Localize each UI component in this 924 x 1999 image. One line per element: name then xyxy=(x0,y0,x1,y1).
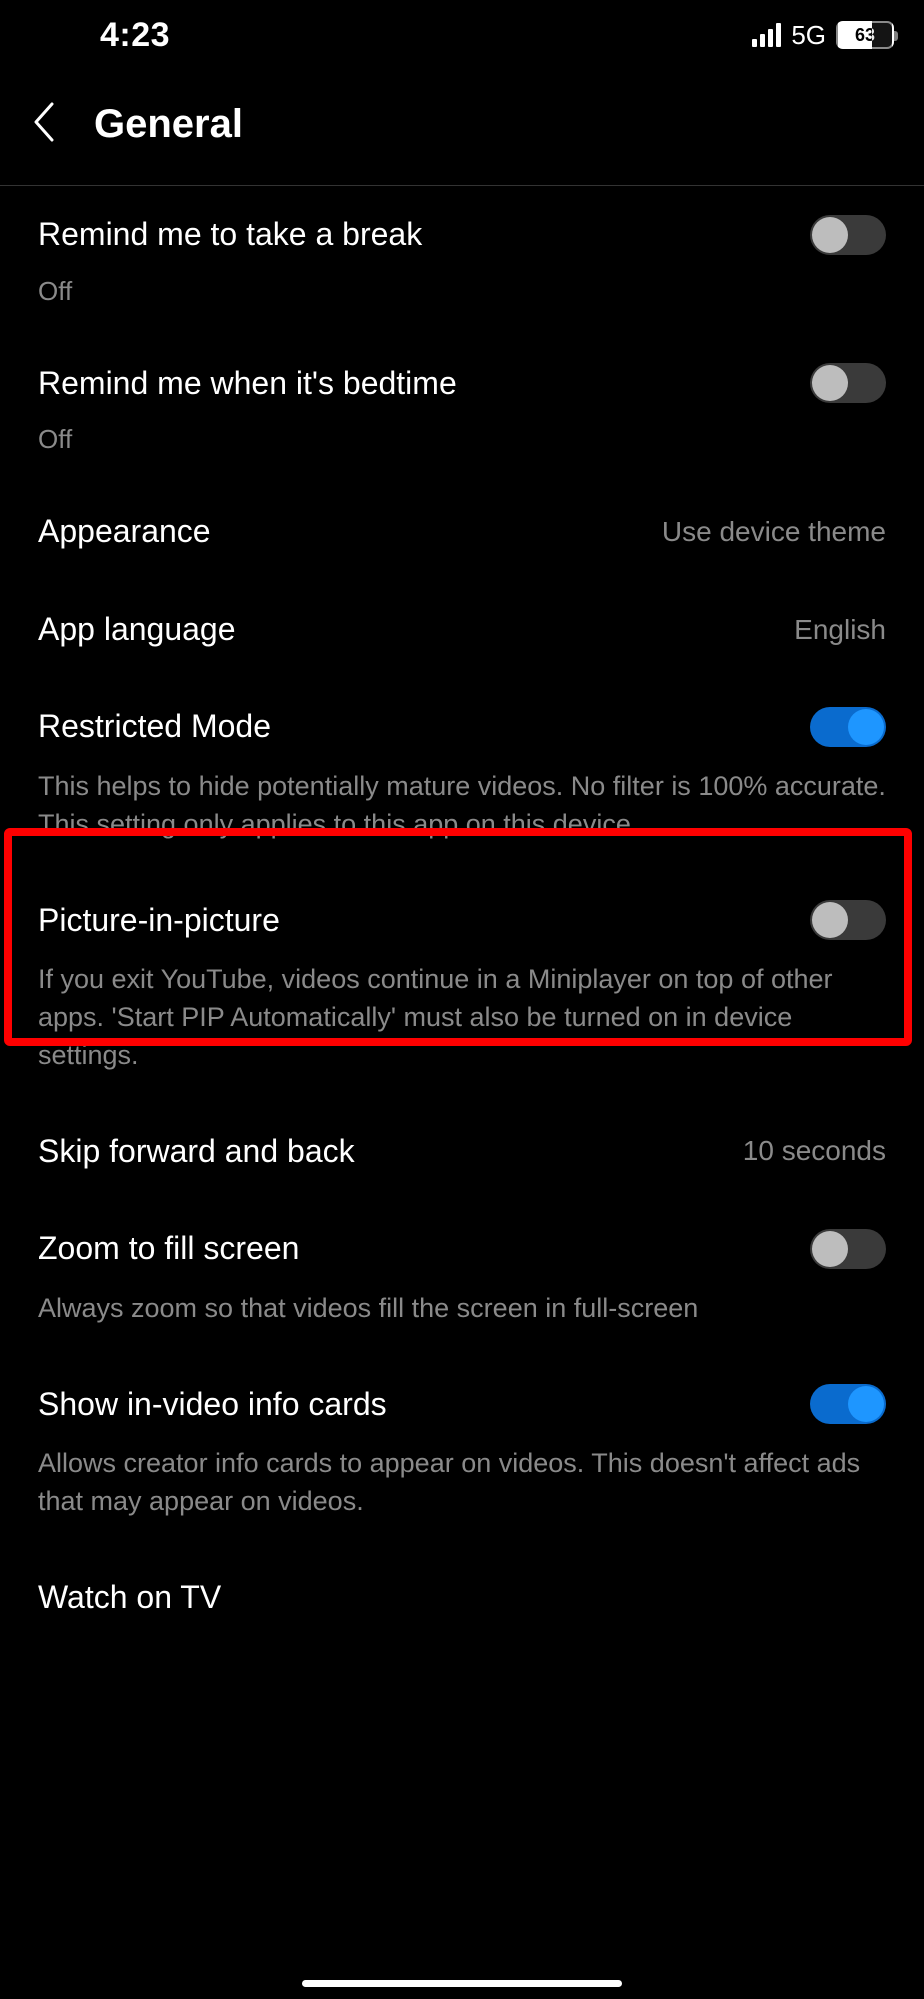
setting-picture-in-picture[interactable]: Picture-in-picture If you exit YouTube, … xyxy=(30,872,894,1103)
setting-app-language[interactable]: App language English xyxy=(30,581,894,679)
network-type: 5G xyxy=(791,20,826,51)
setting-label: Restricted Mode xyxy=(38,706,271,748)
status-time: 4:23 xyxy=(100,16,170,55)
setting-label: Skip forward and back xyxy=(38,1131,355,1173)
setting-label: Zoom to fill screen xyxy=(38,1228,299,1270)
setting-status: Off xyxy=(38,424,886,455)
status-bar: 4:23 5G 63 xyxy=(0,0,924,70)
setting-value: 10 seconds xyxy=(743,1135,886,1167)
status-right: 5G 63 xyxy=(752,20,894,51)
setting-appearance[interactable]: Appearance Use device theme xyxy=(30,483,894,581)
settings-list: Remind me to take a break Off Remind me … xyxy=(0,186,924,1646)
setting-label: Remind me when it's bedtime xyxy=(38,363,457,405)
setting-label: Watch on TV xyxy=(38,1577,221,1619)
battery-icon: 63 xyxy=(836,21,894,49)
home-indicator[interactable] xyxy=(302,1980,622,1987)
toggle-zoom-fill[interactable] xyxy=(810,1229,886,1269)
setting-label: App language xyxy=(38,609,236,651)
toggle-info-cards[interactable] xyxy=(810,1384,886,1424)
header: General xyxy=(0,70,924,186)
battery-level: 63 xyxy=(855,25,875,46)
cellular-signal-icon xyxy=(752,23,781,47)
setting-remind-bedtime[interactable]: Remind me when it's bedtime Off xyxy=(30,335,894,484)
setting-value: English xyxy=(794,614,886,646)
setting-zoom-fill[interactable]: Zoom to fill screen Always zoom so that … xyxy=(30,1200,894,1355)
setting-label: Remind me to take a break xyxy=(38,214,422,256)
toggle-remind-break[interactable] xyxy=(810,215,886,255)
toggle-restricted-mode[interactable] xyxy=(810,707,886,747)
setting-skip-forward-back[interactable]: Skip forward and back 10 seconds xyxy=(30,1103,894,1201)
toggle-remind-bedtime[interactable] xyxy=(810,363,886,403)
setting-status: Off xyxy=(38,276,886,307)
setting-label: Show in-video info cards xyxy=(38,1384,387,1426)
setting-watch-on-tv[interactable]: Watch on TV xyxy=(30,1549,894,1647)
back-icon[interactable] xyxy=(30,100,58,149)
page-title: General xyxy=(94,102,243,147)
setting-description: Always zoom so that videos fill the scre… xyxy=(38,1290,886,1328)
setting-description: Allows creator info cards to appear on v… xyxy=(38,1445,886,1521)
setting-description: This helps to hide potentially mature vi… xyxy=(38,768,886,844)
setting-info-cards[interactable]: Show in-video info cards Allows creator … xyxy=(30,1356,894,1549)
setting-restricted-mode[interactable]: Restricted Mode This helps to hide poten… xyxy=(30,678,894,871)
setting-label: Picture-in-picture xyxy=(38,900,280,942)
toggle-picture-in-picture[interactable] xyxy=(810,900,886,940)
setting-value: Use device theme xyxy=(662,516,886,548)
setting-description: If you exit YouTube, videos continue in … xyxy=(38,961,886,1074)
setting-label: Appearance xyxy=(38,511,211,553)
setting-remind-break[interactable]: Remind me to take a break Off xyxy=(30,186,894,335)
